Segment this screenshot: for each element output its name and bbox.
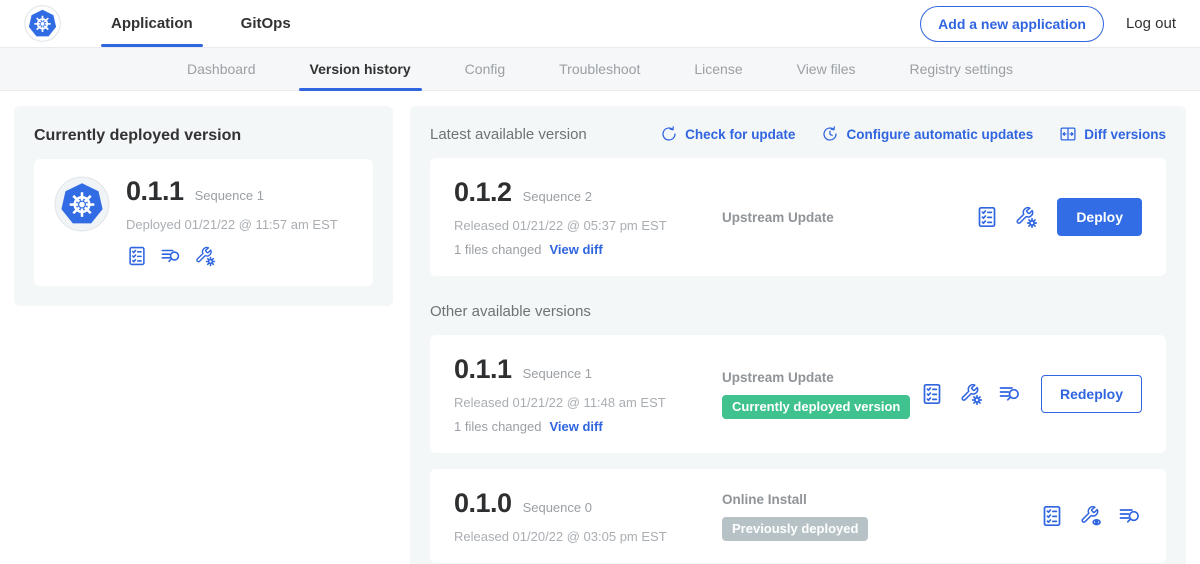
- deployed-version-card: 0.1.1 Sequence 1 Deployed 01/21/22 @ 11:…: [34, 159, 373, 286]
- version-sequence: Sequence 1: [523, 366, 592, 381]
- deploy-status-badge: Currently deployed version: [722, 395, 910, 419]
- version-number: 0.1.1: [454, 354, 512, 385]
- files-changed: 1 files changedView diff: [454, 242, 696, 257]
- wrench-gear-icon[interactable]: [194, 245, 216, 267]
- app-logo-icon: [54, 176, 110, 267]
- update-actions: Check for update Configure automatic upd…: [660, 125, 1166, 143]
- diff-versions-link[interactable]: Diff versions: [1059, 125, 1166, 143]
- subnav-tab-config[interactable]: Config: [438, 48, 532, 90]
- kubernetes-logo-icon: [24, 5, 61, 42]
- configure-automatic-updates-link[interactable]: Configure automatic updates: [821, 125, 1033, 143]
- deployed-version-number: 0.1.1: [126, 176, 184, 207]
- currently-deployed-title: Currently deployed version: [34, 127, 373, 145]
- add-new-application-button[interactable]: Add a new application: [920, 6, 1104, 42]
- checklist-icon[interactable]: [975, 205, 999, 229]
- subnav-tab-view-files[interactable]: View files: [770, 48, 883, 90]
- deployed-version-actions: [126, 245, 338, 267]
- released-timestamp: Released 01/21/22 @ 11:48 am EST: [454, 395, 696, 410]
- version-sequence: Sequence 2: [523, 189, 592, 204]
- deploy-button[interactable]: Deploy: [1057, 198, 1142, 236]
- released-timestamp: Released 01/20/22 @ 03:05 pm EST: [454, 529, 696, 544]
- check-for-update-link[interactable]: Check for update: [660, 125, 795, 143]
- top-navbar: ApplicationGitOps Add a new application …: [0, 0, 1200, 47]
- version-info: 0.1.0 Sequence 0 Released 01/20/22 @ 03:…: [454, 488, 696, 544]
- version-sequence: Sequence 0: [523, 500, 592, 515]
- logs-icon[interactable]: [160, 245, 182, 267]
- version-source: Upstream Update: [696, 210, 975, 225]
- logout-link[interactable]: Log out: [1126, 15, 1176, 32]
- topnav-tab-application[interactable]: Application: [87, 0, 217, 47]
- diff-icon: [1059, 125, 1077, 143]
- version-info: 0.1.1 Sequence 1 Released 01/21/22 @ 11:…: [454, 354, 696, 434]
- subnav-tab-registry-settings[interactable]: Registry settings: [883, 48, 1040, 90]
- version-card-0.1.2: 0.1.2 Sequence 2 Released 01/21/22 @ 05:…: [430, 158, 1166, 276]
- app-subnav: DashboardVersion historyConfigTroublesho…: [0, 47, 1200, 91]
- latest-version-card-wrap: 0.1.2 Sequence 2 Released 01/21/22 @ 05:…: [430, 158, 1166, 276]
- version-info: 0.1.2 Sequence 2 Released 01/21/22 @ 05:…: [454, 177, 696, 257]
- topnav-tabs: ApplicationGitOps: [87, 0, 315, 47]
- wrench-eye-icon[interactable]: [1079, 504, 1103, 528]
- subnav-tab-troubleshoot[interactable]: Troubleshoot: [532, 48, 667, 90]
- logs-icon[interactable]: [1118, 504, 1142, 528]
- checklist-icon[interactable]: [126, 245, 148, 267]
- subnav-tab-version-history[interactable]: Version history: [283, 48, 438, 90]
- clock-refresh-icon: [821, 125, 839, 143]
- view-diff-link[interactable]: View diff: [549, 242, 602, 257]
- redeploy-button[interactable]: Redeploy: [1041, 375, 1142, 413]
- logs-icon[interactable]: [998, 382, 1022, 406]
- topnav-tab-gitops[interactable]: GitOps: [217, 0, 315, 47]
- files-changed: 1 files changedView diff: [454, 419, 696, 434]
- checklist-icon[interactable]: [920, 382, 944, 406]
- version-card-0.1.0: 0.1.0 Sequence 0 Released 01/20/22 @ 03:…: [430, 469, 1166, 563]
- wrench-gear-icon[interactable]: [959, 382, 983, 406]
- latest-version-header: Latest available version Check for updat…: [430, 125, 1166, 143]
- latest-available-title: Latest available version: [430, 126, 587, 143]
- refresh-icon: [660, 125, 678, 143]
- version-number: 0.1.2: [454, 177, 512, 208]
- view-diff-link[interactable]: View diff: [549, 419, 602, 434]
- version-actions: Redeploy: [920, 375, 1142, 413]
- currently-deployed-panel: Currently deployed version: [14, 106, 393, 306]
- subnav-tab-license[interactable]: License: [667, 48, 769, 90]
- deploy-status-badge: Previously deployed: [722, 517, 868, 541]
- version-number: 0.1.0: [454, 488, 512, 519]
- version-card-0.1.1: 0.1.1 Sequence 1 Released 01/21/22 @ 11:…: [430, 335, 1166, 453]
- deployed-timestamp: Deployed 01/21/22 @ 11:57 am EST: [126, 217, 338, 232]
- released-timestamp: Released 01/21/22 @ 05:37 pm EST: [454, 218, 696, 233]
- deployed-version-info: 0.1.1 Sequence 1 Deployed 01/21/22 @ 11:…: [126, 176, 338, 267]
- other-versions-list: 0.1.1 Sequence 1 Released 01/21/22 @ 11:…: [430, 335, 1166, 563]
- version-actions: Deploy: [975, 198, 1142, 236]
- version-history-panel: Latest available version Check for updat…: [410, 106, 1186, 564]
- deployed-version-sequence: Sequence 1: [195, 188, 264, 203]
- main-content: Currently deployed version: [0, 91, 1200, 564]
- checklist-icon[interactable]: [1040, 504, 1064, 528]
- wrench-gear-icon[interactable]: [1014, 205, 1038, 229]
- version-source: Online Install Previously deployed: [696, 492, 1040, 541]
- other-versions-title: Other available versions: [430, 303, 1166, 320]
- version-source: Upstream Update Currently deployed versi…: [696, 370, 920, 419]
- version-actions: [1040, 504, 1142, 528]
- topnav-right: Add a new application Log out: [920, 0, 1176, 47]
- subnav-tab-dashboard[interactable]: Dashboard: [160, 48, 283, 90]
